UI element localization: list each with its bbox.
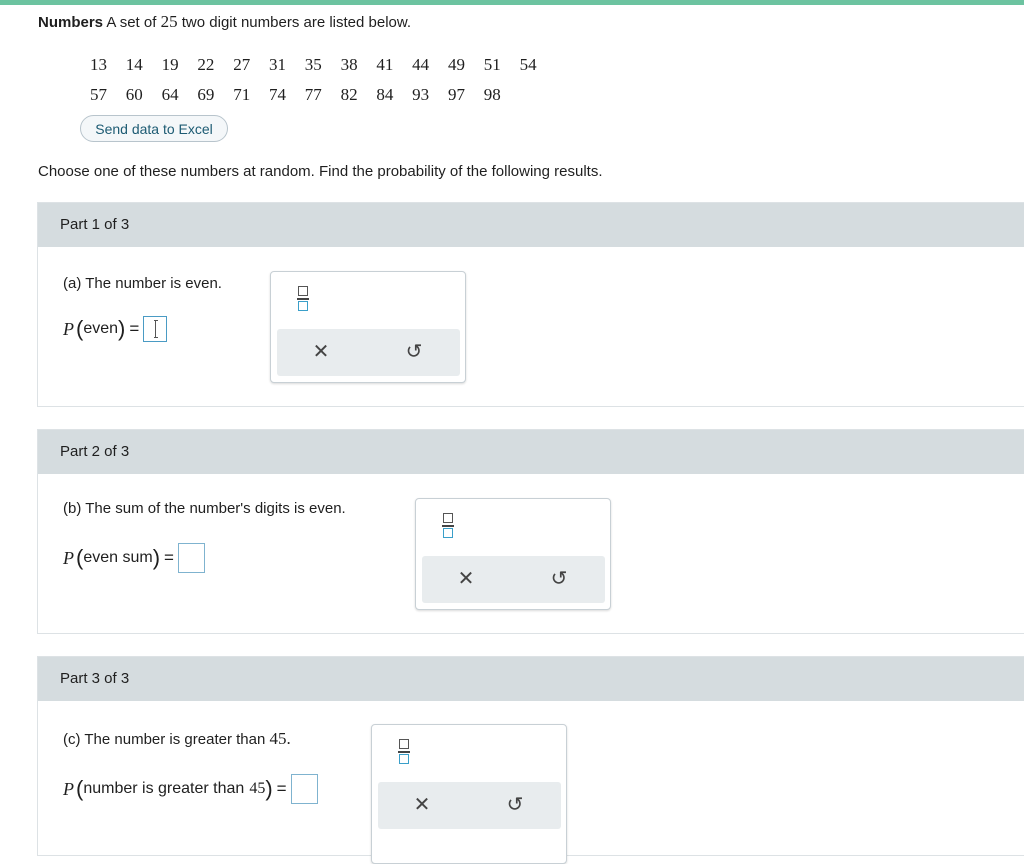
answer-input-even-sum[interactable] (177, 543, 205, 573)
number-value: 14 (125, 55, 143, 74)
number-value: 64 (161, 85, 179, 104)
number-value: 27 (233, 55, 251, 74)
number-value: 74 (268, 85, 286, 104)
fraction-icon[interactable] (442, 513, 456, 541)
send-to-excel-button[interactable]: Send data to Excel (80, 115, 228, 142)
part-2-header: Part 2 of 3 (38, 430, 1024, 474)
part-1-answer-line: P ( even ) = (63, 316, 168, 342)
probability-symbol: P (63, 547, 74, 568)
part-3-label-number: 45. (269, 729, 291, 748)
text-cursor-icon (154, 320, 159, 338)
fraction-icon[interactable] (398, 739, 412, 767)
number-value: 84 (376, 85, 394, 104)
part-1-panel: Part 1 of 3 (a) The number is even. P ( … (37, 202, 1024, 407)
number-value: 57 (90, 85, 107, 104)
number-value: 19 (161, 55, 179, 74)
answer-input-even[interactable] (143, 316, 168, 342)
undo-icon[interactable]: ↺ (539, 566, 579, 592)
number-value: 71 (233, 85, 251, 104)
part-2-label: (b) The sum of the number's digits is ev… (63, 500, 346, 517)
equals-sign: = (164, 548, 174, 567)
problem-title: Numbers (38, 14, 104, 31)
number-value: 54 (519, 55, 537, 74)
part-3-panel: Part 3 of 3 (c) The number is greater th… (37, 656, 1024, 864)
clear-icon[interactable]: ✕ (402, 792, 442, 818)
math-palette-3: ✕ ↺ (371, 724, 567, 864)
part-2-panel: Part 2 of 3 (b) The sum of the number's … (37, 429, 1024, 634)
answer-input-greater-than-45[interactable] (290, 774, 318, 804)
math-palette-1: ✕ ↺ (270, 271, 466, 383)
clear-icon[interactable]: ✕ (446, 566, 486, 592)
part-3-label-text: (c) The number is greater than (63, 731, 266, 748)
palette-actions: ✕ ↺ (378, 782, 561, 829)
number-value: 77 (304, 85, 322, 104)
palette-actions: ✕ ↺ (422, 556, 605, 603)
intro-before: A set of (106, 14, 157, 31)
part-3-label: (c) The number is greater than 45. (63, 729, 291, 749)
probability-argument-number: 45 (249, 780, 266, 797)
number-value: 44 (412, 55, 430, 74)
problem-intro: Numbers A set of 25 two digit numbers ar… (38, 12, 411, 32)
number-value: 13 (90, 55, 107, 74)
number-value: 60 (125, 85, 143, 104)
equals-sign: = (129, 319, 140, 338)
number-value: 49 (447, 55, 465, 74)
probability-symbol: P (63, 318, 74, 339)
number-value: 98 (483, 85, 501, 104)
math-palette-2: ✕ ↺ (415, 498, 611, 610)
number-value: 31 (268, 55, 286, 74)
intro-after: two digit numbers are listed below. (181, 14, 412, 31)
number-value: 38 (340, 55, 358, 74)
number-value: 22 (197, 55, 215, 74)
number-value: 41 (376, 55, 394, 74)
part-1-header: Part 1 of 3 (38, 203, 1024, 247)
number-value: 69 (197, 85, 215, 104)
probability-argument: even sum (83, 549, 153, 566)
probability-argument: even (83, 320, 119, 337)
number-value: 93 (412, 85, 430, 104)
equals-sign: = (276, 779, 287, 798)
part-1-label: (a) The number is even. (63, 275, 222, 292)
number-value: 35 (304, 55, 322, 74)
probability-argument-text: number is greater than (83, 780, 245, 797)
palette-actions: ✕ ↺ (277, 329, 460, 376)
part-3-answer-line: P ( number is greater than 45 ) = (63, 774, 318, 804)
undo-icon[interactable]: ↺ (394, 339, 434, 365)
top-accent-bar (0, 0, 1024, 5)
number-value: 97 (447, 85, 465, 104)
probability-symbol: P (63, 778, 74, 799)
clear-icon[interactable]: ✕ (301, 339, 341, 365)
number-count: 25 (160, 12, 178, 31)
undo-icon[interactable]: ↺ (495, 792, 535, 818)
numbers-row-2: 57 60 64 69 71 74 77 82 84 93 97 98 (90, 85, 520, 105)
number-value: 51 (483, 55, 501, 74)
part-2-answer-line: P ( even sum ) = (63, 543, 205, 573)
part-3-header: Part 3 of 3 (38, 657, 1024, 701)
numbers-row-1: 13 14 19 22 27 31 35 38 41 44 49 51 54 (90, 55, 555, 75)
question-text: Choose one of these numbers at random. F… (38, 163, 603, 180)
fraction-icon[interactable] (297, 286, 311, 314)
number-value: 82 (340, 85, 358, 104)
